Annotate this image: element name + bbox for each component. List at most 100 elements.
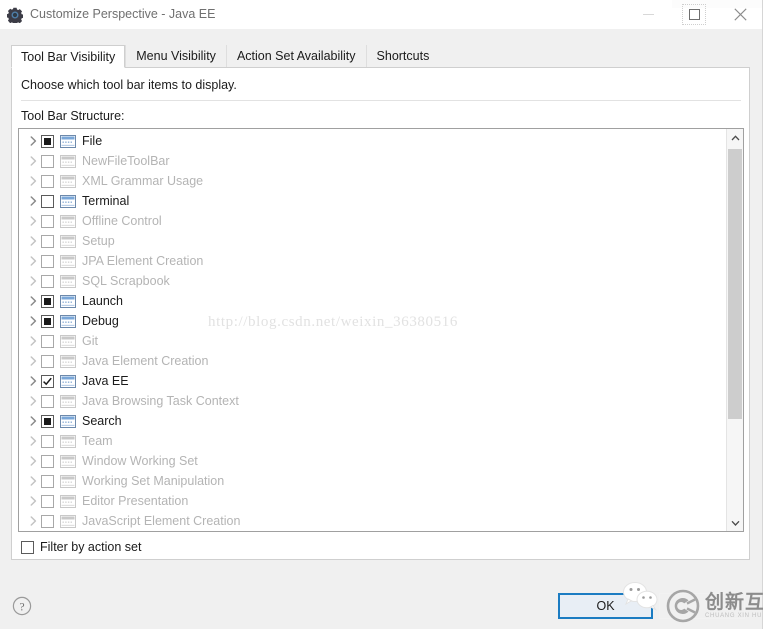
chevron-right-icon[interactable] bbox=[25, 231, 41, 251]
tree-row[interactable]: JavaScript Element Creation bbox=[19, 511, 727, 531]
tool-bar-structure-tree[interactable]: File NewFileToolBar XML Grammar Usage Termi… bbox=[18, 128, 744, 532]
close-button[interactable] bbox=[717, 0, 763, 29]
chevron-right-icon[interactable] bbox=[25, 491, 41, 511]
tree-row-checkbox[interactable] bbox=[41, 414, 54, 428]
chevron-right-icon[interactable] bbox=[25, 471, 41, 491]
tree-row-checkbox[interactable] bbox=[41, 234, 54, 248]
chevron-right-icon[interactable] bbox=[25, 331, 41, 351]
tree-row[interactable]: JPA Element Creation bbox=[19, 251, 727, 271]
tree-row[interactable]: Working Set Manipulation bbox=[19, 471, 727, 491]
tree-row-label: SQL Scrapbook bbox=[82, 274, 170, 288]
scroll-down-button[interactable] bbox=[727, 514, 743, 531]
tree-row-checkbox[interactable] bbox=[41, 334, 54, 348]
chevron-right-icon[interactable] bbox=[25, 351, 41, 371]
tree-row-checkbox[interactable] bbox=[41, 134, 54, 148]
filter-by-action-set-checkbox[interactable] bbox=[21, 540, 34, 554]
instruction-text: Choose which tool bar items to display. bbox=[21, 78, 237, 92]
tree-row[interactable]: Java Element Creation bbox=[19, 351, 727, 371]
minimize-icon bbox=[642, 14, 654, 15]
tab-tool-bar-visibility[interactable]: Tool Bar Visibility bbox=[11, 45, 126, 68]
tree-row[interactable]: Editor Presentation bbox=[19, 491, 727, 511]
chevron-right-icon[interactable] bbox=[25, 411, 41, 431]
tree-row-checkbox[interactable] bbox=[41, 254, 54, 268]
secondary-button-ghost[interactable] bbox=[659, 593, 745, 619]
tree-row-label: Editor Presentation bbox=[82, 494, 189, 508]
tree-row-checkbox[interactable] bbox=[41, 394, 54, 408]
tree-row-checkbox[interactable] bbox=[41, 434, 54, 448]
tree-row-checkbox[interactable] bbox=[41, 354, 54, 368]
tree-vertical-scrollbar[interactable] bbox=[726, 129, 743, 531]
tree-row[interactable]: File bbox=[19, 131, 727, 151]
toolbar-icon bbox=[60, 154, 76, 168]
tab-menu-visibility[interactable]: Menu Visibility bbox=[125, 45, 226, 68]
tree-row-label: Search bbox=[82, 414, 122, 428]
tree-row-label: JavaScript Element Creation bbox=[82, 514, 241, 528]
tree-row-checkbox[interactable] bbox=[41, 514, 54, 528]
window-title: Customize Perspective - Java EE bbox=[30, 7, 216, 21]
tree-row-label: Offline Control bbox=[82, 214, 162, 228]
tree-row-checkbox[interactable] bbox=[41, 274, 54, 288]
tree-row[interactable]: Debug bbox=[19, 311, 727, 331]
tree-row[interactable]: Java Browsing Task Context bbox=[19, 391, 727, 411]
tree-row-checkbox[interactable] bbox=[41, 154, 54, 168]
chevron-right-icon[interactable] bbox=[25, 251, 41, 271]
tab-shortcuts[interactable]: Shortcuts bbox=[365, 45, 440, 68]
chevron-right-icon[interactable] bbox=[25, 371, 41, 391]
chevron-right-icon[interactable] bbox=[25, 211, 41, 231]
tree-row-label: JPA Element Creation bbox=[82, 254, 204, 268]
chevron-right-icon[interactable] bbox=[25, 151, 41, 171]
tree-row[interactable]: NewFileToolBar bbox=[19, 151, 727, 171]
chevron-right-icon[interactable] bbox=[25, 291, 41, 311]
tree-row-checkbox[interactable] bbox=[41, 174, 54, 188]
toolbar-icon bbox=[60, 514, 76, 528]
tree-row[interactable]: SQL Scrapbook bbox=[19, 271, 727, 291]
toolbar-icon bbox=[60, 214, 76, 228]
tree-row-checkbox[interactable] bbox=[41, 294, 54, 308]
maximize-focus-ring bbox=[682, 4, 706, 25]
chevron-right-icon[interactable] bbox=[25, 451, 41, 471]
chevron-right-icon[interactable] bbox=[25, 191, 41, 211]
tree-row-checkbox[interactable] bbox=[41, 474, 54, 488]
tree-row[interactable]: Java EE bbox=[19, 371, 727, 391]
chevron-right-icon[interactable] bbox=[25, 511, 41, 531]
help-icon[interactable]: ? bbox=[12, 596, 32, 616]
scrollbar-thumb[interactable] bbox=[728, 149, 742, 419]
tree-row[interactable]: Offline Control bbox=[19, 211, 727, 231]
tree-row[interactable]: Window Working Set bbox=[19, 451, 727, 471]
tree-row[interactable]: Setup bbox=[19, 231, 727, 251]
chevron-right-icon[interactable] bbox=[25, 391, 41, 411]
tree-row-checkbox[interactable] bbox=[41, 494, 54, 508]
toolbar-icon bbox=[60, 374, 76, 388]
tree-row[interactable]: XML Grammar Usage bbox=[19, 171, 727, 191]
tab-action-set-availability[interactable]: Action Set Availability bbox=[225, 45, 366, 68]
scroll-up-button[interactable] bbox=[727, 129, 743, 146]
toolbar-icon bbox=[60, 474, 76, 488]
tree-row[interactable]: Launch bbox=[19, 291, 727, 311]
tree-row[interactable]: Team bbox=[19, 431, 727, 451]
tree-row[interactable]: Terminal bbox=[19, 191, 727, 211]
toolbar-icon bbox=[60, 274, 76, 288]
chevron-right-icon[interactable] bbox=[25, 431, 41, 451]
chevron-right-icon[interactable] bbox=[25, 271, 41, 291]
chevron-right-icon[interactable] bbox=[25, 171, 41, 191]
tree-row-label: Java Browsing Task Context bbox=[82, 394, 239, 408]
filter-by-action-set-row[interactable]: Filter by action set bbox=[21, 540, 141, 554]
tree-row[interactable]: Search bbox=[19, 411, 727, 431]
tree-row-checkbox[interactable] bbox=[41, 314, 54, 328]
minimize-button[interactable] bbox=[625, 0, 671, 29]
toolbar-icon bbox=[60, 234, 76, 248]
tree-row[interactable]: Git bbox=[19, 331, 727, 351]
ok-button[interactable]: OK bbox=[558, 593, 653, 619]
chevron-right-icon[interactable] bbox=[25, 131, 41, 151]
toolbar-icon bbox=[60, 174, 76, 188]
tree-row-checkbox[interactable] bbox=[41, 454, 54, 468]
tree-row-checkbox[interactable] bbox=[41, 214, 54, 228]
maximize-button[interactable] bbox=[671, 0, 717, 29]
chevron-right-icon[interactable] bbox=[25, 311, 41, 331]
tree-row-label: Launch bbox=[82, 294, 124, 308]
toolbar-icon bbox=[60, 394, 76, 408]
tree-row-checkbox[interactable] bbox=[41, 374, 54, 388]
tree-row-checkbox[interactable] bbox=[41, 194, 54, 208]
toolbar-icon bbox=[60, 314, 76, 328]
chevron-up-icon bbox=[731, 134, 739, 140]
